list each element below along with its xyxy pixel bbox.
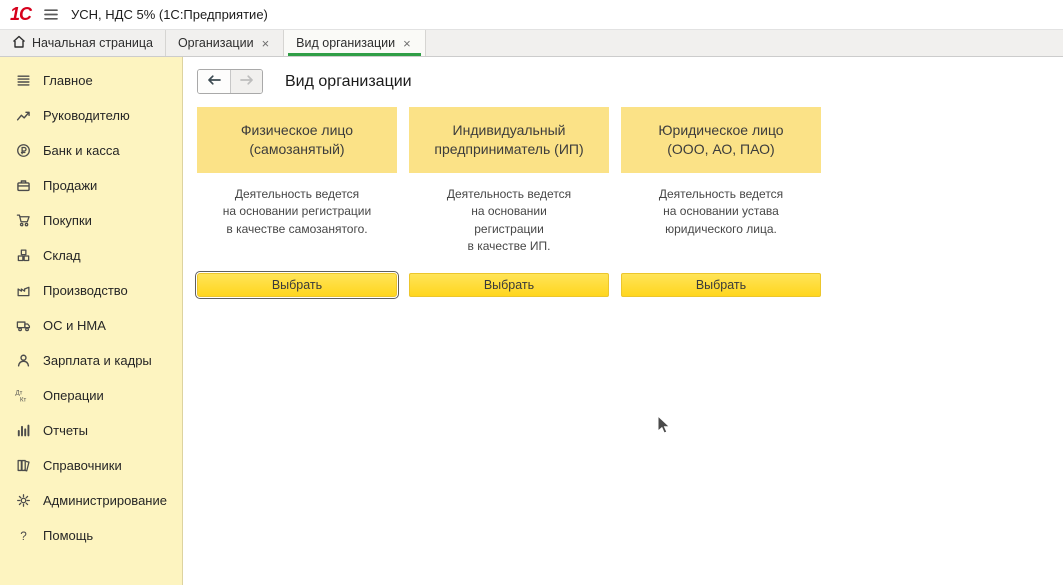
main-panel: Вид организации Физическое лицо (самозан…	[183, 57, 1063, 585]
boxes-icon	[14, 248, 32, 263]
select-legal-entity-button[interactable]: Выбрать	[621, 273, 821, 297]
sidebar: Главное Руководителю Банк и касса Продаж…	[0, 57, 183, 585]
gear-icon	[14, 493, 32, 508]
sidebar-item-label: Отчеты	[43, 423, 88, 438]
sidebar-item-label: Справочники	[43, 458, 122, 473]
arrow-right-icon	[239, 74, 255, 89]
svg-text:Дт: Дт	[16, 391, 23, 397]
tab-label: Вид организации	[296, 36, 395, 50]
page-title: Вид организации	[285, 73, 412, 91]
sidebar-item-label: Банк и касса	[43, 143, 120, 158]
card-header: Юридическое лицо (ООО, АО, ПАО)	[621, 107, 821, 173]
sidebar-item-bank-i-kassa[interactable]: Банк и касса	[0, 133, 182, 168]
sidebar-item-label: Администрирование	[43, 493, 167, 508]
window-title: УСН, НДС 5% (1С:Предприятие)	[71, 7, 268, 22]
home-icon	[12, 35, 26, 51]
svg-text:Кт: Кт	[20, 398, 26, 404]
card-individual-selfemployed: Физическое лицо (самозанятый) Деятельнос…	[197, 107, 397, 297]
dt-kt-icon: ДтКт	[14, 388, 32, 403]
svg-text:?: ?	[20, 530, 27, 543]
ruble-circle-icon	[14, 143, 32, 158]
factory-icon	[14, 283, 32, 298]
trend-chart-icon	[14, 108, 32, 123]
sidebar-item-label: Руководителю	[43, 108, 130, 123]
sidebar-item-zarplata-i-kadry[interactable]: Зарплата и кадры	[0, 343, 182, 378]
sidebar-item-prodazhi[interactable]: Продажи	[0, 168, 182, 203]
tab-label: Начальная страница	[32, 36, 153, 50]
menu-lines-icon	[14, 73, 32, 88]
sidebar-item-glavnoe[interactable]: Главное	[0, 63, 182, 98]
sidebar-item-label: Склад	[43, 248, 81, 263]
tab-organizations[interactable]: Организации ×	[166, 30, 284, 56]
card-legal-entity: Юридическое лицо (ООО, АО, ПАО) Деятельн…	[621, 107, 821, 297]
nav-forward-button[interactable]	[230, 70, 262, 93]
tabbar: Начальная страница Организации × Вид орг…	[0, 30, 1063, 57]
sidebar-item-os-i-nma[interactable]: ОС и НМА	[0, 308, 182, 343]
tab-organization-type[interactable]: Вид организации ×	[284, 30, 426, 56]
briefcase-icon	[14, 178, 32, 193]
sidebar-item-label: Главное	[43, 73, 93, 88]
sidebar-item-label: Операции	[43, 388, 104, 403]
sidebar-item-rukovoditelyu[interactable]: Руководителю	[0, 98, 182, 133]
nav-back-button[interactable]	[198, 70, 230, 93]
sidebar-item-administrirovanie[interactable]: Администрирование	[0, 483, 182, 518]
sidebar-item-pomosch[interactable]: ? Помощь	[0, 518, 182, 553]
shopping-cart-icon	[14, 213, 32, 228]
main-menu-icon[interactable]	[43, 8, 59, 21]
sidebar-item-sklad[interactable]: Склад	[0, 238, 182, 273]
close-tab-icon[interactable]: ×	[260, 36, 272, 51]
sidebar-item-label: Помощь	[43, 528, 93, 543]
titlebar: 1С УСН, НДС 5% (1С:Предприятие)	[0, 0, 1063, 30]
sidebar-item-label: Продажи	[43, 178, 97, 193]
select-ip-button[interactable]: Выбрать	[409, 273, 609, 297]
sidebar-item-pokupki[interactable]: Покупки	[0, 203, 182, 238]
sidebar-item-proizvodstvo[interactable]: Производство	[0, 273, 182, 308]
history-nav-group	[197, 69, 263, 94]
sidebar-item-operatsii[interactable]: ДтКт Операции	[0, 378, 182, 413]
sidebar-item-otchety[interactable]: Отчеты	[0, 413, 182, 448]
card-header: Индивидуальный предприниматель (ИП)	[409, 107, 609, 173]
close-tab-icon[interactable]: ×	[401, 36, 413, 51]
person-icon	[14, 353, 32, 368]
sidebar-item-label: ОС и НМА	[43, 318, 106, 333]
card-description: Деятельность ведется на основании регист…	[197, 173, 397, 273]
app-window: 1С УСН, НДС 5% (1С:Предприятие) Начальна…	[0, 0, 1063, 585]
card-header: Физическое лицо (самозанятый)	[197, 107, 397, 173]
arrow-left-icon	[206, 74, 222, 89]
tab-label: Организации	[178, 36, 254, 50]
content-area: Главное Руководителю Банк и касса Продаж…	[0, 57, 1063, 585]
card-entrepreneur-ip: Индивидуальный предприниматель (ИП) Деят…	[409, 107, 609, 297]
sidebar-item-spravochniki[interactable]: Справочники	[0, 448, 182, 483]
main-header: Вид организации	[197, 69, 1049, 94]
card-description: Деятельность ведется на основании устава…	[621, 173, 821, 273]
select-selfemployed-button[interactable]: Выбрать	[197, 273, 397, 297]
truck-icon	[14, 318, 32, 333]
1c-logo: 1С	[10, 4, 31, 25]
sidebar-item-label: Покупки	[43, 213, 92, 228]
organization-type-cards: Физическое лицо (самозанятый) Деятельнос…	[197, 107, 1049, 297]
books-icon	[14, 458, 32, 473]
question-icon: ?	[14, 528, 32, 543]
tab-home[interactable]: Начальная страница	[0, 30, 166, 56]
sidebar-item-label: Производство	[43, 283, 128, 298]
card-description: Деятельность ведется на основании регист…	[409, 173, 609, 273]
sidebar-item-label: Зарплата и кадры	[43, 353, 152, 368]
bar-chart-icon	[14, 423, 32, 438]
